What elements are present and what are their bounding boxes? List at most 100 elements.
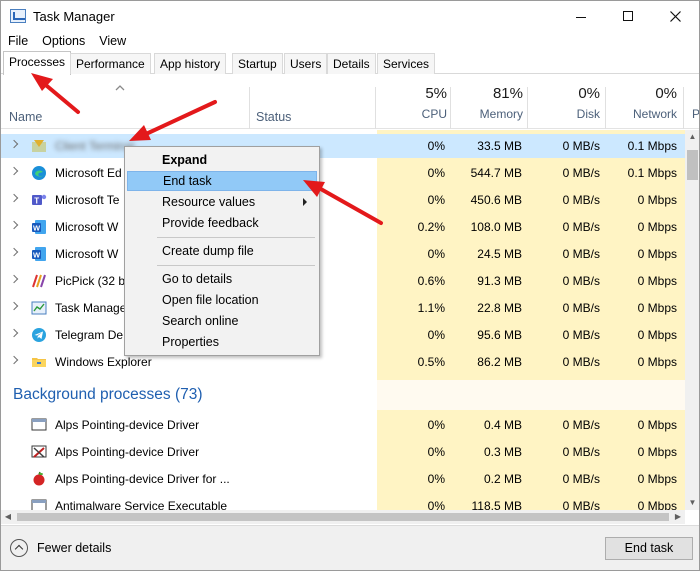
table-row[interactable]: PicPick (32 b 0.6% 91.3 MB 0 MB/s 0 Mbps: [1, 267, 685, 294]
column-cpu[interactable]: 5% CPU: [377, 85, 447, 121]
menu-item-end-task[interactable]: End task: [127, 171, 317, 191]
minimize-button[interactable]: [558, 1, 604, 31]
menu-item-search-online[interactable]: Search online: [127, 311, 317, 331]
menu-item-create-dump-file[interactable]: Create dump file: [127, 241, 317, 261]
tab-services[interactable]: Services: [377, 53, 436, 74]
picpick-icon: [32, 274, 46, 288]
table-row[interactable]: Client Terminal 0% 33.5 MB 0 MB/s 0.1 Mb…: [1, 132, 685, 159]
expand-chevron-icon[interactable]: [9, 301, 19, 311]
disk-value: 0 MB/s: [562, 355, 600, 369]
table-row[interactable]: W Microsoft W 0.2% 108.0 MB 0 MB/s 0 Mbp…: [1, 213, 685, 240]
scroll-down-icon[interactable]: ▼: [685, 496, 699, 510]
tab-users[interactable]: Users: [284, 53, 328, 74]
horizontal-scroll-thumb[interactable]: [17, 513, 669, 521]
table-row[interactable]: T Microsoft Te 0% 450.6 MB 0 MB/s 0 Mbps: [1, 186, 685, 213]
word-icon: W: [32, 247, 46, 261]
table-row[interactable]: Alps Pointing-device Driver for ... 0% 0…: [1, 465, 685, 492]
column-divider[interactable]: [683, 87, 684, 129]
end-task-button[interactable]: End task: [605, 537, 693, 560]
table-row[interactable]: Windows Explorer 0.5% 86.2 MB 0 MB/s 0 M…: [1, 348, 685, 375]
task-manager-window: Task Manager File Options View Processes…: [0, 0, 700, 571]
process-name: Telegram De: [55, 328, 124, 342]
title-bar: Task Manager: [1, 1, 699, 31]
close-button[interactable]: [652, 1, 698, 31]
menu-item-go-to-details[interactable]: Go to details: [127, 269, 317, 289]
column-power-partial[interactable]: P: [685, 85, 699, 121]
column-memory[interactable]: 81% Memory: [451, 85, 523, 121]
network-label: Network: [632, 107, 677, 121]
table-row[interactable]: W Microsoft W 0% 24.5 MB 0 MB/s 0 Mbps: [1, 240, 685, 267]
network-value: 0 Mbps: [637, 418, 677, 432]
tab-processes[interactable]: Processes: [3, 51, 72, 75]
column-divider[interactable]: [605, 87, 606, 129]
memory-value: 108.0 MB: [470, 220, 522, 234]
menu-item-properties[interactable]: Properties: [127, 332, 317, 352]
maximize-button[interactable]: [605, 1, 651, 31]
horizontal-scrollbar[interactable]: ◀ ▶: [1, 510, 685, 524]
expand-chevron-icon[interactable]: [9, 328, 19, 338]
memory-value: 86.2 MB: [477, 355, 522, 369]
table-row[interactable]: Task Manage 1.1% 22.8 MB 0 MB/s 0 Mbps: [1, 294, 685, 321]
column-disk[interactable]: 0% Disk: [529, 85, 600, 121]
menu-file[interactable]: File: [1, 31, 35, 51]
expand-chevron-icon[interactable]: [9, 193, 19, 203]
menu-options[interactable]: Options: [35, 31, 92, 51]
memory-value: 33.5 MB: [477, 139, 522, 153]
scroll-left-icon[interactable]: ◀: [1, 510, 15, 524]
svg-text:W: W: [33, 251, 41, 260]
scroll-up-icon[interactable]: ▲: [685, 130, 699, 144]
task-manager-icon: [10, 9, 26, 23]
vertical-scrollbar[interactable]: ▲ ▼: [685, 130, 699, 510]
column-network[interactable]: 0% Network: [607, 85, 677, 121]
expand-chevron-icon[interactable]: [9, 166, 19, 176]
driver-icon: [31, 418, 47, 431]
menu-view[interactable]: View: [92, 31, 133, 51]
column-divider[interactable]: [249, 87, 250, 129]
network-value: 0 Mbps: [637, 328, 677, 342]
table-row[interactable]: Telegram De 0% 95.6 MB 0 MB/s 0 Mbps: [1, 321, 685, 348]
menu-separator: [157, 265, 315, 266]
scroll-right-icon[interactable]: ▶: [671, 510, 685, 524]
network-value: 0 Mbps: [637, 445, 677, 459]
background-processes-title: Background processes (73): [13, 386, 203, 403]
sort-ascending-icon[interactable]: [115, 83, 125, 93]
network-value: 0 Mbps: [637, 220, 677, 234]
tab-details[interactable]: Details: [327, 53, 376, 74]
menu-item-provide-feedback[interactable]: Provide feedback: [127, 213, 317, 233]
column-headers: Name Status 5% CPU 81% Memory 0% Disk 0%…: [1, 75, 699, 129]
maximize-icon: [623, 11, 633, 21]
menu-item-expand[interactable]: Expand: [127, 150, 317, 170]
table-row[interactable]: Alps Pointing-device Driver 0% 0.3 MB 0 …: [1, 438, 685, 465]
process-list: Client Terminal 0% 33.5 MB 0 MB/s 0.1 Mb…: [1, 130, 685, 510]
process-name: Microsoft W: [55, 247, 119, 261]
network-value: 0 Mbps: [637, 301, 677, 315]
table-row[interactable]: Alps Pointing-device Driver 0% 0.4 MB 0 …: [1, 411, 685, 438]
close-icon: [669, 10, 681, 22]
vertical-scroll-thumb[interactable]: [687, 150, 698, 180]
menu-item-resource-values[interactable]: Resource values: [127, 192, 317, 212]
expand-chevron-icon[interactable]: [9, 355, 19, 365]
column-divider[interactable]: [375, 87, 376, 129]
menu-item-open-file-location[interactable]: Open file location: [127, 290, 317, 310]
tab-startup[interactable]: Startup: [232, 53, 283, 74]
submenu-arrow-icon: [303, 198, 307, 206]
fewer-details-link[interactable]: Fewer details: [37, 541, 111, 555]
tab-strip: Processes Performance App history Startu…: [1, 51, 699, 75]
network-total-percent: 0%: [655, 85, 677, 102]
column-status[interactable]: Status: [256, 110, 291, 124]
column-name[interactable]: Name: [9, 110, 42, 124]
cpu-value: 0%: [427, 499, 445, 510]
expand-chevron-icon[interactable]: [9, 220, 19, 230]
disk-value: 0 MB/s: [562, 445, 600, 459]
tab-performance[interactable]: Performance: [70, 53, 151, 74]
tab-app-history[interactable]: App history: [154, 53, 227, 74]
table-row[interactable]: Antimalware Service Executable 0% 118.5 …: [1, 492, 685, 510]
expand-chevron-icon[interactable]: [9, 247, 19, 257]
chevron-up-circle-icon[interactable]: [10, 539, 28, 557]
expand-chevron-icon[interactable]: [9, 274, 19, 284]
menu-separator: [157, 237, 315, 238]
table-row[interactable]: Microsoft Ed 0% 544.7 MB 0 MB/s 0.1 Mbps: [1, 159, 685, 186]
process-name: Microsoft Te: [55, 193, 120, 207]
column-divider[interactable]: [527, 87, 528, 129]
power-label-partial: P: [692, 107, 700, 121]
